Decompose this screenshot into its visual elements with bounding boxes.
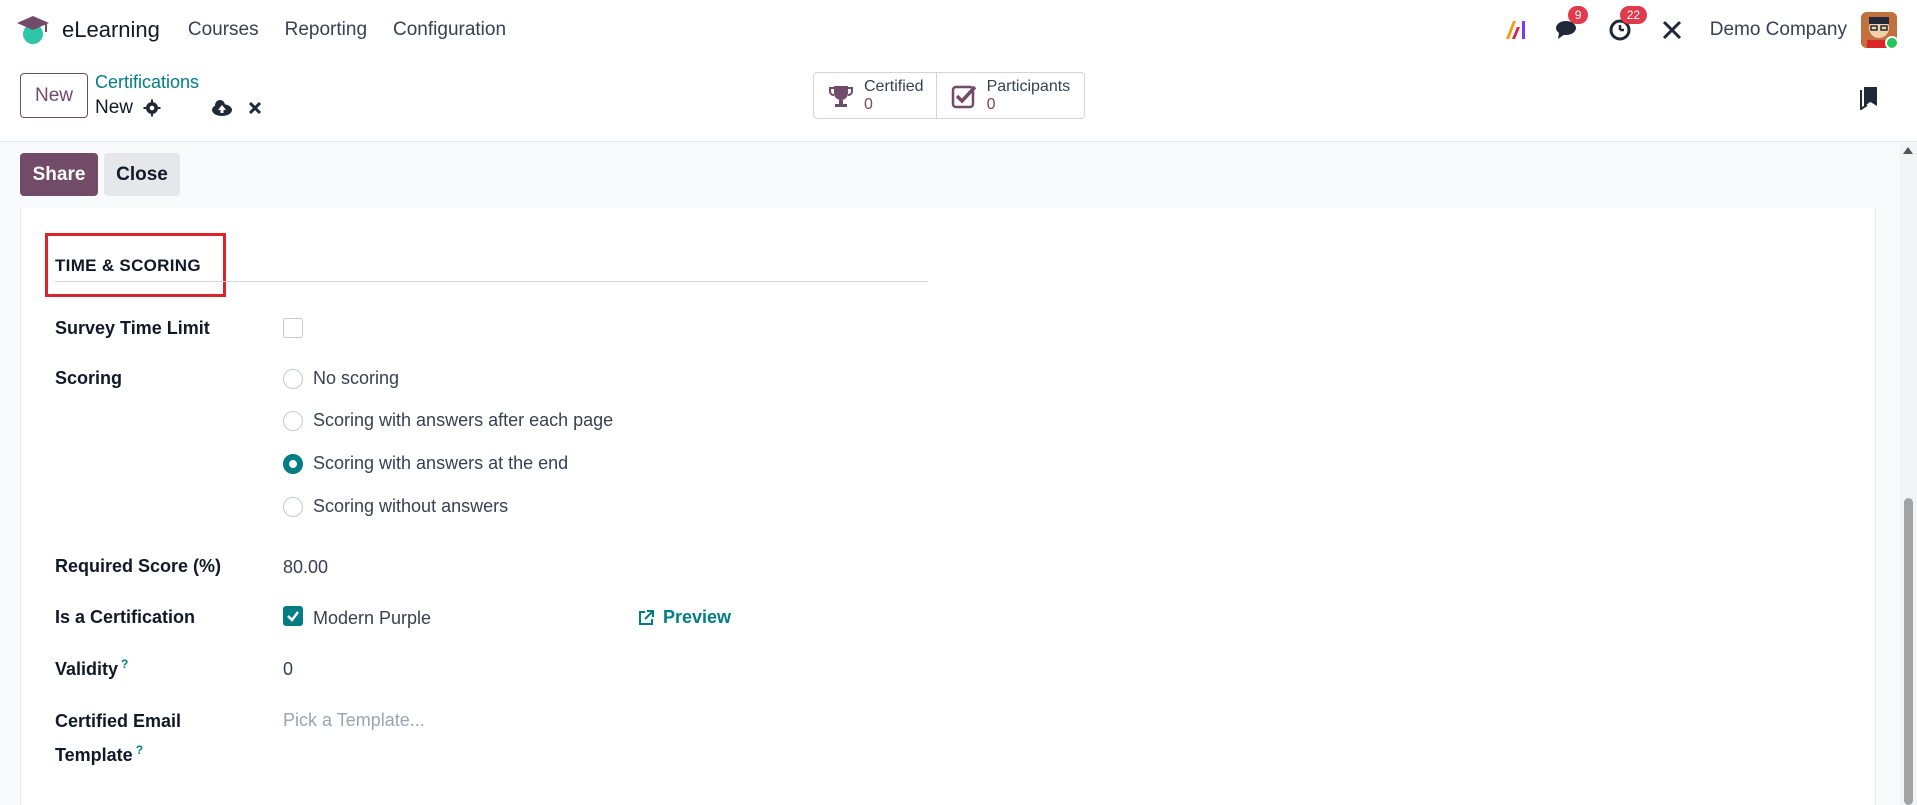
validity-label: Validity?	[55, 657, 128, 680]
chat-icon[interactable]: 9	[1554, 6, 1589, 44]
breadcrumb: Certifications New	[95, 72, 263, 119]
smart-buttons: Certified 0 Participants 0	[813, 72, 1086, 119]
form-sheet: TIME & SCORING Survey Time Limit Scoring…	[20, 208, 1876, 805]
validity-help-tooltip[interactable]: ?	[121, 657, 128, 671]
scoring-option-at-the-end[interactable]: Scoring with answers at the end	[283, 453, 568, 474]
participants-count: 0	[986, 95, 996, 113]
tools-icon[interactable]	[1658, 16, 1686, 44]
scoring-option-no-scoring[interactable]: No scoring	[283, 368, 399, 389]
ai-icon[interactable]	[1502, 16, 1530, 44]
radio-at-the-end[interactable]	[283, 453, 303, 474]
validity-input[interactable]: 0	[283, 659, 293, 680]
radio-after-each-page[interactable]	[283, 410, 303, 431]
certified-email-template-label-line1: Certified Email	[55, 711, 182, 731]
checkmark-icon	[287, 611, 299, 622]
validity-label-text: Validity	[55, 659, 119, 679]
cloud-upload-icon[interactable]	[211, 99, 233, 117]
navbar-systray: 9 22 Demo Company	[1502, 0, 1917, 60]
participants-label: Participants	[986, 77, 1071, 95]
certified-stat-button[interactable]: Certified 0	[814, 73, 936, 118]
main-menu: Courses Reporting Configuration	[188, 19, 532, 41]
is-certification-label: Is a Certification	[55, 607, 196, 627]
section-separator	[55, 281, 928, 282]
radio-label: Scoring with answers after each page	[313, 410, 614, 430]
radio-label: Scoring with answers at the end	[313, 453, 569, 473]
certified-email-template-help-tooltip[interactable]: ?	[136, 743, 143, 757]
app-name: eLearning	[62, 17, 160, 42]
graduation-cap-icon	[16, 15, 50, 45]
page-scrollbar[interactable]	[1900, 143, 1917, 805]
activities-badge: 22	[1619, 6, 1648, 24]
share-button[interactable]: Share	[20, 153, 98, 196]
certified-email-template-label-line2: Template	[55, 745, 133, 765]
messages-badge: 9	[1567, 6, 1589, 24]
radio-label: No scoring	[313, 368, 400, 388]
is-certification-checkbox[interactable]	[283, 606, 303, 626]
scoring-label: Scoring	[55, 368, 123, 388]
required-score-label: Required Score (%)	[55, 556, 222, 576]
survey-time-limit-label: Survey Time Limit	[55, 318, 210, 338]
top-navbar: eLearning Courses Reporting Configuratio…	[0, 0, 1917, 60]
check-square-icon	[951, 83, 977, 109]
bookmark-icon[interactable]	[1859, 86, 1879, 115]
certified-email-template-label: Certified Email Template?	[55, 707, 181, 770]
scoring-option-without-answers[interactable]: Scoring without answers	[283, 496, 508, 517]
breadcrumb-current-record: New	[95, 97, 263, 119]
record-title: New	[95, 97, 134, 118]
company-switcher[interactable]: Demo Company	[1710, 19, 1847, 41]
external-link-icon	[637, 609, 655, 627]
certified-label: Certified	[864, 77, 924, 95]
required-score-input[interactable]: 80.00	[283, 557, 328, 578]
preview-link[interactable]: Preview	[637, 607, 731, 628]
close-button[interactable]: Close	[104, 153, 180, 196]
scroll-up-arrow-icon[interactable]	[1903, 147, 1913, 154]
clock-icon[interactable]: 22	[1606, 6, 1648, 44]
certified-count: 0	[864, 95, 873, 113]
radio-label: Scoring without answers	[313, 496, 509, 516]
online-status-dot	[1885, 36, 1897, 48]
menu-configuration[interactable]: Configuration	[393, 19, 506, 41]
gear-icon[interactable]	[143, 99, 161, 117]
discard-icon[interactable]	[247, 100, 263, 116]
brand[interactable]: eLearning	[16, 15, 160, 45]
form-statusbar: Share Close	[0, 143, 1900, 208]
survey-time-limit-checkbox[interactable]	[283, 318, 303, 338]
breadcrumb-certifications[interactable]: Certifications	[95, 72, 263, 93]
scoring-option-after-each-page[interactable]: Scoring with answers after each page	[283, 410, 613, 431]
certification-layout-select[interactable]: Modern Purple	[313, 608, 431, 629]
trophy-icon	[828, 83, 854, 109]
radio-no-scoring[interactable]	[283, 368, 303, 389]
preview-label: Preview	[663, 607, 732, 627]
menu-courses[interactable]: Courses	[188, 19, 259, 41]
participants-stat-button[interactable]: Participants 0	[935, 73, 1085, 118]
scrollbar-thumb[interactable]	[1904, 498, 1913, 805]
avatar[interactable]	[1861, 12, 1897, 48]
certified-email-template-input[interactable]: Pick a Template...	[283, 710, 425, 731]
section-title: TIME & SCORING	[55, 256, 201, 275]
radio-without-answers[interactable]	[283, 496, 303, 517]
control-panel: New Certifications New Certified 0 Parti…	[0, 60, 1917, 142]
menu-reporting[interactable]: Reporting	[285, 19, 367, 41]
new-button[interactable]: New	[20, 73, 88, 118]
